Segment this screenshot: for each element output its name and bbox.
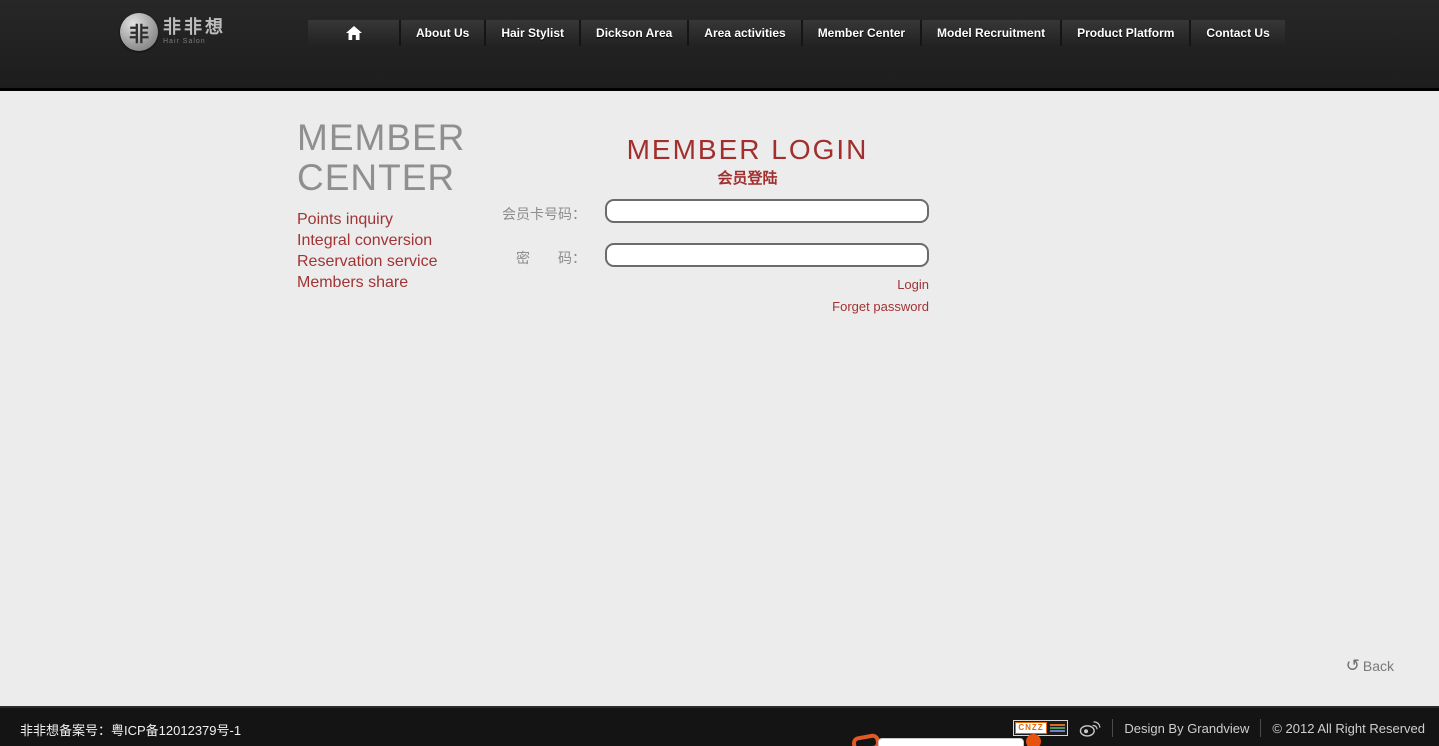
back-arrow-icon: ↺: [1346, 657, 1360, 674]
brand-logo-symbol: 非: [129, 18, 149, 47]
cnzz-stripes: [1048, 724, 1068, 732]
nav-item-area-activities[interactable]: Area activities: [689, 20, 800, 46]
copyright-text: © 2012 All Right Reserved: [1272, 721, 1425, 736]
forget-password-link[interactable]: Forget password: [605, 299, 929, 314]
member-center-title: MEMBER CENTER: [297, 118, 465, 198]
login-button[interactable]: Login: [605, 277, 929, 292]
member-center-links: Points inquiry Integral conversion Reser…: [297, 209, 438, 293]
brand-name: 非非想: [163, 18, 226, 38]
link-points-inquiry[interactable]: Points inquiry: [297, 209, 438, 230]
nav-item-contact-us[interactable]: Contact Us: [1191, 20, 1284, 46]
nav-item-model-recruitment[interactable]: Model Recruitment: [922, 20, 1060, 46]
link-reservation-service[interactable]: Reservation service: [297, 251, 438, 272]
home-icon: [346, 26, 362, 40]
card-number-input[interactable]: [605, 199, 929, 223]
brand-logo[interactable]: 非 非非想 Hair Salon: [120, 13, 226, 51]
header: 非 非非想 Hair Salon About Us Hair Stylist D…: [0, 0, 1439, 91]
cnzz-stats-badge[interactable]: CNZZ: [1013, 720, 1068, 736]
back-button[interactable]: ↺ Back: [1346, 657, 1394, 674]
design-by-credit: Design By Grandview: [1124, 721, 1249, 736]
nav-item-about-us[interactable]: About Us: [401, 20, 484, 46]
member-center-title-line1: MEMBER: [297, 117, 465, 158]
brand-logo-icon: 非: [120, 13, 158, 51]
footer: 非非想备案号：粤ICP备12012379号-1 CNZZ Design By G…: [0, 706, 1439, 746]
login-title: MEMBER LOGIN: [565, 134, 930, 166]
card-number-label: 会员卡号码：: [498, 204, 586, 224]
main-nav: About Us Hair Stylist Dickson Area Area …: [308, 20, 1285, 46]
link-integral-conversion[interactable]: Integral conversion: [297, 230, 438, 251]
clipped-widget-bar: [878, 738, 1024, 746]
clipped-widget-dot: [1026, 734, 1041, 746]
weibo-icon[interactable]: [1079, 719, 1101, 737]
password-label: 密 码：: [498, 248, 586, 268]
link-members-share[interactable]: Members share: [297, 272, 438, 293]
login-subtitle: 会员登陆: [565, 167, 930, 188]
nav-item-product-platform[interactable]: Product Platform: [1062, 20, 1189, 46]
footer-right: CNZZ Design By Grandview © 2012 All Righ…: [1013, 708, 1425, 746]
footer-divider: [1112, 719, 1113, 737]
icp-record-number: 非非想备案号：粤ICP备12012379号-1: [20, 720, 241, 739]
back-label: Back: [1363, 658, 1394, 674]
nav-item-hair-stylist[interactable]: Hair Stylist: [486, 20, 579, 46]
password-input[interactable]: [605, 243, 929, 267]
member-center-title-line2: CENTER: [297, 157, 455, 198]
cnzz-label: CNZZ: [1015, 722, 1046, 734]
brand-tagline: Hair Salon: [163, 38, 226, 46]
footer-divider: [1260, 719, 1261, 737]
page: 非 非非想 Hair Salon About Us Hair Stylist D…: [0, 0, 1439, 746]
nav-item-member-center[interactable]: Member Center: [803, 20, 920, 46]
nav-item-home[interactable]: [308, 20, 399, 46]
nav-item-dickson-area[interactable]: Dickson Area: [581, 20, 687, 46]
